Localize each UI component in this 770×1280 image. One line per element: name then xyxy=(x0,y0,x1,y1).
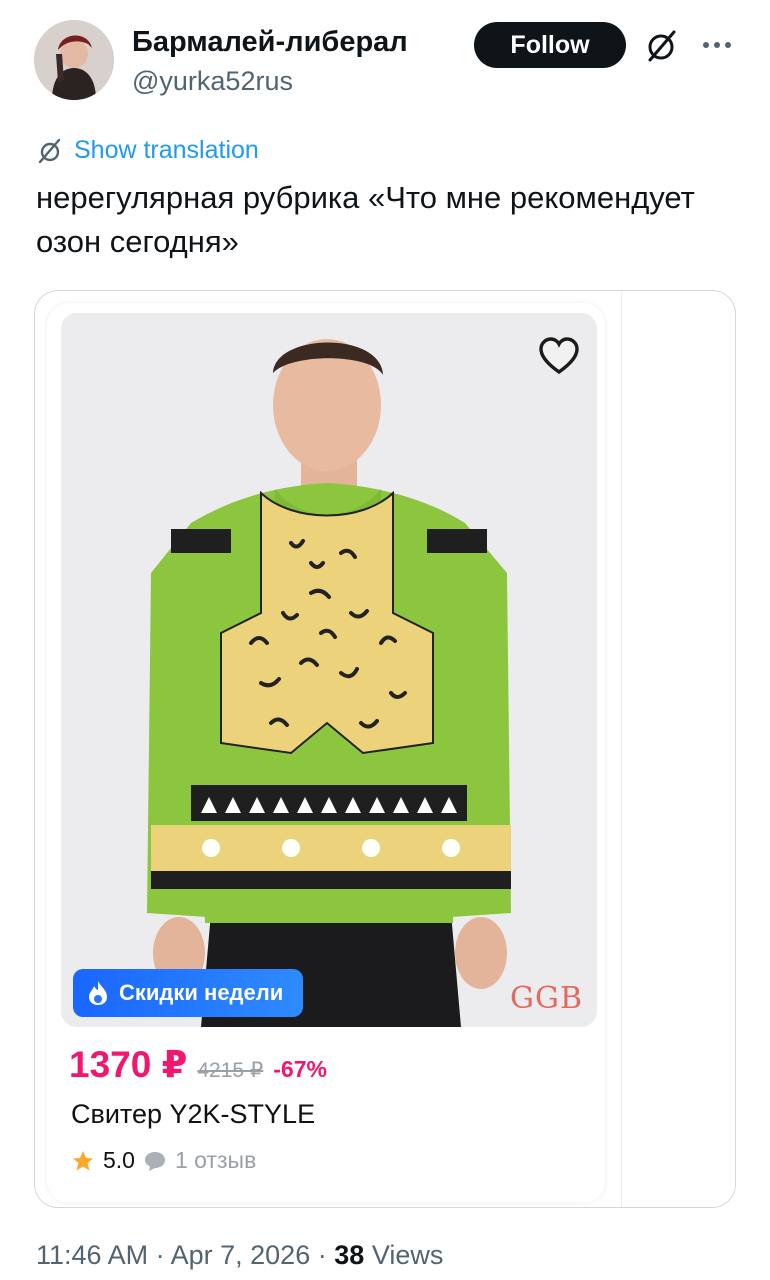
comment-icon xyxy=(144,1151,165,1171)
views-count: 38 xyxy=(334,1240,365,1270)
views-label: Views xyxy=(371,1240,444,1270)
meta-separator: · xyxy=(155,1240,165,1270)
translate-label: Show translation xyxy=(74,136,259,164)
reviews-count[interactable]: 1 отзыв xyxy=(175,1147,256,1174)
tweet-text: нерегулярная рубрика «Что мне рекомендуе… xyxy=(36,180,695,259)
rating-value: 5.0 xyxy=(103,1147,135,1173)
tweet-media[interactable]: Скидки недели GGB 1370 ₽ 4215 ₽ -67% Сви… xyxy=(34,290,736,1208)
show-translation-link[interactable]: Show translation xyxy=(36,136,259,165)
follow-button[interactable]: Follow xyxy=(474,22,626,68)
badge-label: Скидки недели xyxy=(119,980,284,1005)
media-side-panel xyxy=(621,291,735,1207)
rating-row: 5.0 1 отзыв xyxy=(71,1147,256,1174)
sweater-model-image xyxy=(61,313,597,1027)
weekly-discount-badge: Скидки недели xyxy=(73,969,304,1017)
tweet-meta: 11:46 AM · Apr 7, 2026 · 38 Views xyxy=(36,1240,443,1271)
heart-icon[interactable] xyxy=(537,335,581,379)
product-card[interactable]: Скидки недели GGB 1370 ₽ 4215 ₽ -67% Сви… xyxy=(47,303,605,1203)
current-price: 1370 ₽ xyxy=(69,1044,188,1085)
product-photo[interactable]: Скидки недели GGB xyxy=(61,313,597,1027)
brand-logo: GGB xyxy=(510,981,583,1016)
product-title[interactable]: Свитер Y2K-STYLE xyxy=(71,1099,315,1130)
tweet-date[interactable]: Apr 7, 2026 xyxy=(171,1240,311,1270)
fire-icon xyxy=(89,981,107,1005)
author-handle[interactable]: @yurka52rus xyxy=(132,66,293,97)
tweet-header: Бармалей-либерал @yurka52rus Follow xyxy=(34,18,740,104)
price-row: 1370 ₽ 4215 ₽ -67% xyxy=(69,1043,327,1086)
more-icon[interactable] xyxy=(698,30,736,60)
tweet-time[interactable]: 11:46 AM xyxy=(36,1240,148,1270)
meta-separator: · xyxy=(317,1240,327,1270)
star-icon xyxy=(73,1150,93,1170)
translate-icon xyxy=(38,138,61,163)
discount-percent: -67% xyxy=(273,1056,327,1082)
old-price: 4215 ₽ xyxy=(197,1059,264,1082)
avatar[interactable] xyxy=(34,20,114,100)
grok-icon[interactable] xyxy=(644,28,680,64)
author-name[interactable]: Бармалей-либерал xyxy=(132,26,408,59)
